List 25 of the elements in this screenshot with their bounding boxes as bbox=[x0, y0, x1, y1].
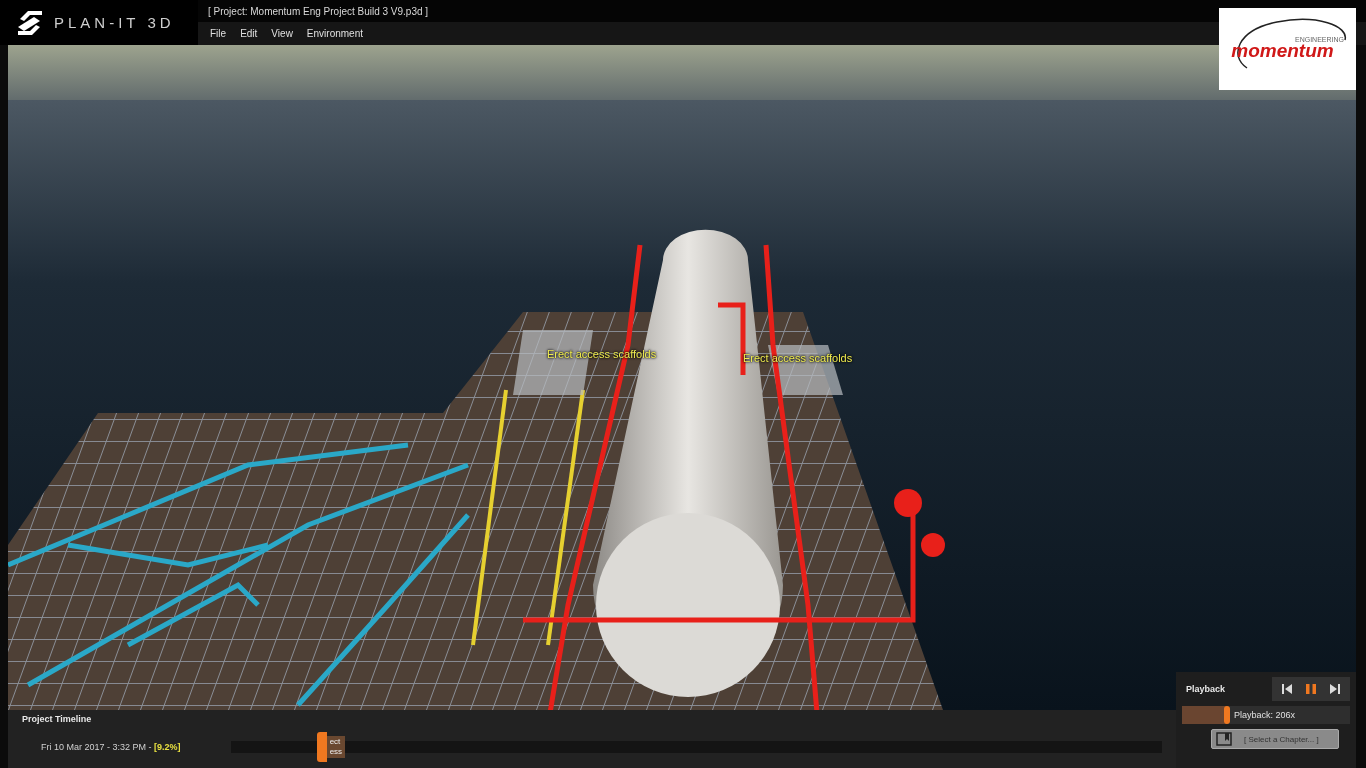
pause-icon bbox=[1305, 683, 1317, 695]
playback-title: Playback bbox=[1185, 684, 1226, 694]
skip-forward-button[interactable] bbox=[1328, 682, 1342, 696]
slider-thumb[interactable] bbox=[1224, 706, 1231, 724]
menu-item[interactable]: Environment bbox=[306, 28, 363, 39]
playback-speed-slider[interactable]: Playback: 206x bbox=[1182, 706, 1350, 724]
project-title: [ Project: Momentum Eng Project Build 3 V9.p3d ] bbox=[208, 5, 429, 17]
playback-speed-label: Playback: 206x bbox=[1234, 710, 1296, 720]
bookmark-icon bbox=[1216, 732, 1232, 746]
timeline-track[interactable] bbox=[231, 741, 1162, 753]
skip-forward-icon bbox=[1329, 683, 1341, 695]
chapter-select-button[interactable]: [ Select a Chapter... ] bbox=[1211, 729, 1339, 749]
menu-item[interactable]: Edit bbox=[240, 28, 258, 39]
logo-icon bbox=[16, 8, 44, 37]
menu-item[interactable]: View bbox=[271, 28, 293, 39]
tooltip-text: ess bbox=[329, 747, 343, 757]
skip-back-button[interactable] bbox=[1280, 682, 1294, 696]
tooltip-text: ect bbox=[329, 737, 342, 747]
pause-button[interactable] bbox=[1304, 682, 1318, 696]
timeline-handle[interactable] bbox=[316, 732, 327, 762]
skip-back-icon bbox=[1281, 683, 1293, 695]
menu-item[interactable]: File bbox=[210, 28, 227, 39]
app-name: PLAN-IT 3D bbox=[54, 14, 175, 31]
timeline-date: Fri 10 Mar 2017 - 3:32 PM - [9.2%] bbox=[40, 742, 182, 752]
timeline-title: Project Timeline bbox=[22, 714, 93, 724]
